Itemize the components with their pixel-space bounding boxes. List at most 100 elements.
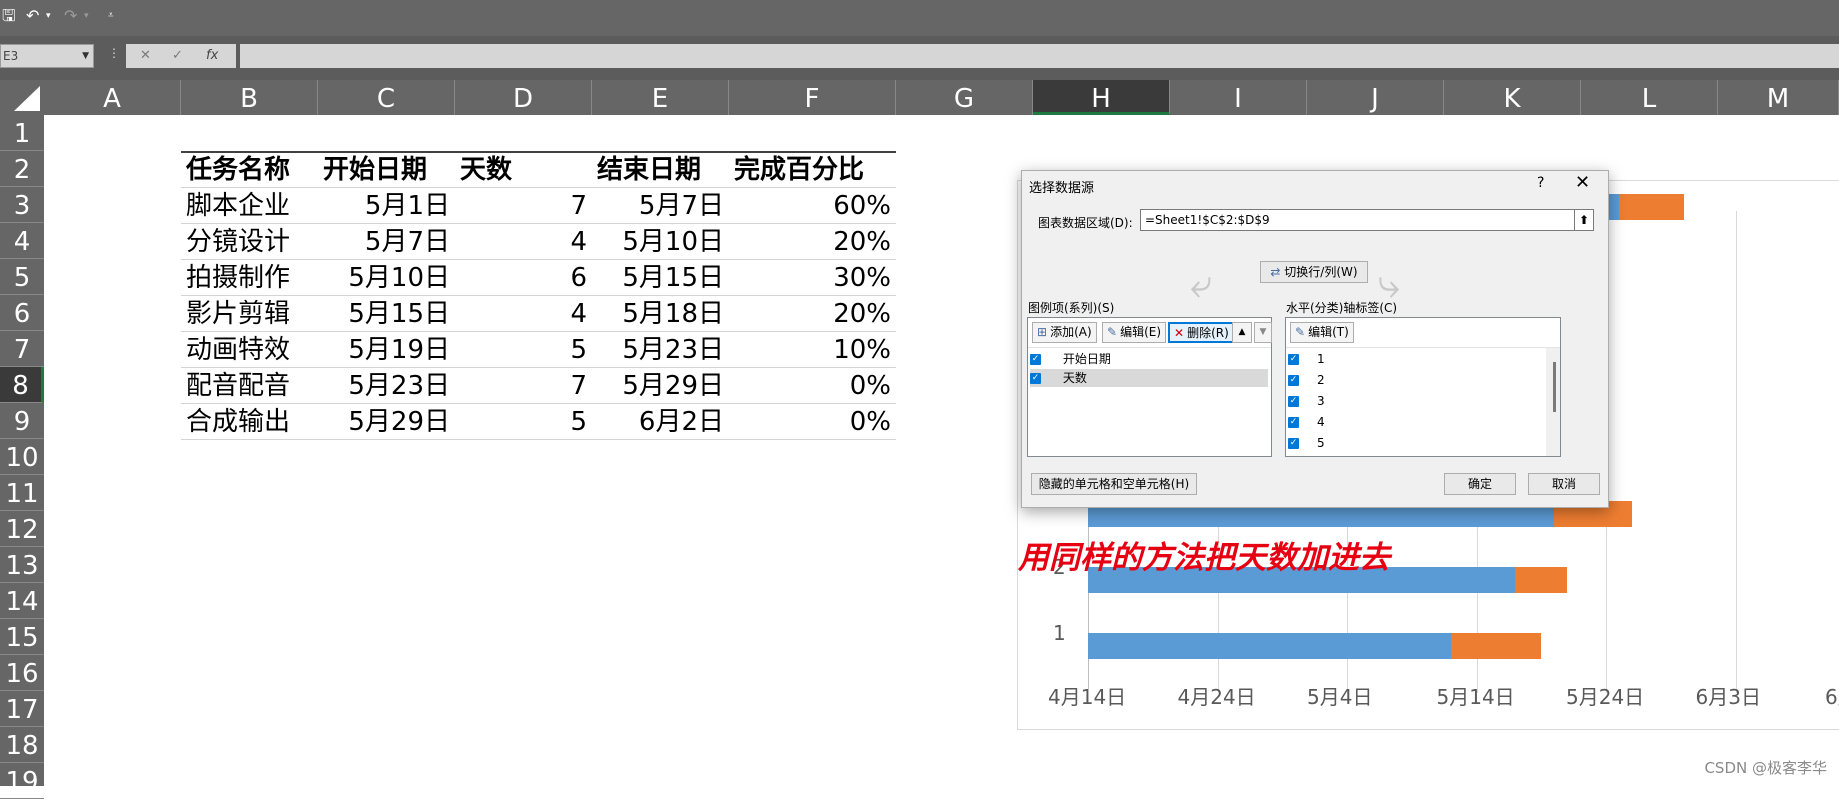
cell-start-date[interactable]: 5月15日 <box>318 295 450 331</box>
more-icon[interactable]: ⋮ <box>108 46 120 60</box>
cell-percent[interactable]: 0% <box>729 367 891 403</box>
cell-end-date[interactable]: 5月23日 <box>592 331 724 367</box>
column-header-k[interactable]: K <box>1444 80 1581 115</box>
collapse-dialog-icon[interactable]: ⬆ <box>1574 209 1594 231</box>
header-start-date[interactable]: 开始日期 <box>323 151 427 187</box>
formula-input[interactable] <box>240 44 1839 68</box>
column-header-b[interactable]: B <box>181 80 318 115</box>
cell-days[interactable]: 4 <box>455 295 587 331</box>
redo-icon[interactable]: ↷ <box>64 8 77 24</box>
column-header-a[interactable]: A <box>44 80 181 115</box>
cell-task-name[interactable]: 动画特效 <box>186 331 290 367</box>
switch-row-column-button[interactable]: ⇄ 切换行/列(W) <box>1260 261 1368 283</box>
column-header-f[interactable]: F <box>729 80 896 115</box>
row-header[interactable]: 7 <box>0 331 44 367</box>
cell-percent[interactable]: 0% <box>729 403 891 439</box>
cell-task-name[interactable]: 配音配音 <box>186 367 290 403</box>
scrollbar-thumb[interactable] <box>1553 362 1556 412</box>
cell-task-name[interactable]: 影片剪辑 <box>186 295 290 331</box>
name-box[interactable]: E3 ▼ <box>0 44 94 68</box>
row-header[interactable]: 19 <box>0 763 44 799</box>
row-header[interactable]: 11 <box>0 475 44 511</box>
column-header-l[interactable]: L <box>1581 80 1718 115</box>
row-header[interactable]: 18 <box>0 727 44 763</box>
chart-data-range-input[interactable]: =Sheet1!$C$2:$D$9 <box>1140 209 1580 231</box>
edit-axis-button[interactable]: ✎ 编辑(T) <box>1290 322 1354 343</box>
cell-days[interactable]: 7 <box>455 187 587 223</box>
customize-icon[interactable]: ⩡ <box>108 8 114 24</box>
header-percent-complete[interactable]: 完成百分比 <box>734 151 864 187</box>
column-header-g[interactable]: G <box>896 80 1033 115</box>
cell-days[interactable]: 5 <box>455 403 587 439</box>
axis-item[interactable]: ✓ 2 <box>1288 371 1325 389</box>
legend-item[interactable]: ✓ 开始日期 <box>1030 350 1268 368</box>
column-header-h[interactable]: H <box>1033 80 1170 115</box>
move-down-button[interactable]: ▼ <box>1254 322 1272 343</box>
checkbox-checked[interactable]: ✓ <box>1288 375 1299 386</box>
checkbox-checked[interactable]: ✓ <box>1288 417 1299 428</box>
save-icon[interactable]: 🖫 <box>2 8 16 24</box>
row-header-selected[interactable]: 8 <box>0 367 44 403</box>
row-header[interactable]: 9 <box>0 403 44 439</box>
checkbox-checked[interactable]: ✓ <box>1030 354 1041 365</box>
hidden-cells-button[interactable]: 隐藏的单元格和空单元格(H) <box>1031 473 1197 495</box>
cell-end-date[interactable]: 5月18日 <box>592 295 724 331</box>
row-header[interactable]: 3 <box>0 187 44 223</box>
cell-task-name[interactable]: 脚本企业 <box>186 187 290 223</box>
cell-percent[interactable]: 20% <box>729 295 891 331</box>
cancel-icon[interactable]: ✕ <box>140 48 151 63</box>
cell-task-name[interactable]: 分镜设计 <box>186 223 290 259</box>
header-days[interactable]: 天数 <box>460 151 512 187</box>
header-end-date[interactable]: 结束日期 <box>597 151 701 187</box>
cell-percent[interactable]: 10% <box>729 331 891 367</box>
row-header[interactable]: 6 <box>0 295 44 331</box>
cell-days[interactable]: 7 <box>455 367 587 403</box>
ok-button[interactable]: 确定 <box>1444 473 1516 495</box>
cell-start-date[interactable]: 5月10日 <box>318 259 450 295</box>
row-header[interactable]: 1 <box>0 115 44 151</box>
fx-icon[interactable]: fx <box>206 48 218 63</box>
cell-task-name[interactable]: 拍摄制作 <box>186 259 290 295</box>
row-header[interactable]: 13 <box>0 547 44 583</box>
undo-dropdown-icon[interactable]: ▾ <box>46 8 51 24</box>
column-header-i[interactable]: I <box>1170 80 1307 115</box>
help-icon[interactable]: ? <box>1537 175 1544 191</box>
cell-start-date[interactable]: 5月29日 <box>318 403 450 439</box>
undo-icon[interactable]: ↶ <box>26 8 39 24</box>
cell-end-date[interactable]: 5月29日 <box>592 367 724 403</box>
checkbox-checked[interactable]: ✓ <box>1030 373 1041 384</box>
chart-bar-days[interactable] <box>1618 194 1684 220</box>
chart-bar-days[interactable] <box>1515 567 1568 593</box>
cell-end-date[interactable]: 5月10日 <box>592 223 724 259</box>
cell-percent[interactable]: 30% <box>729 259 891 295</box>
cell-end-date[interactable]: 5月15日 <box>592 259 724 295</box>
chart-bar-days[interactable] <box>1450 633 1542 659</box>
row-header[interactable]: 14 <box>0 583 44 619</box>
cell-start-date[interactable]: 5月1日 <box>318 187 450 223</box>
column-header-d[interactable]: D <box>455 80 592 115</box>
axis-item[interactable]: ✓ 5 <box>1288 434 1325 452</box>
checkbox-checked[interactable]: ✓ <box>1288 438 1299 449</box>
row-header[interactable]: 17 <box>0 691 44 727</box>
cell-days[interactable]: 6 <box>455 259 587 295</box>
row-header[interactable]: 10 <box>0 439 44 475</box>
checkbox-checked[interactable]: ✓ <box>1288 396 1299 407</box>
row-header[interactable]: 12 <box>0 511 44 547</box>
cell-percent[interactable]: 60% <box>729 187 891 223</box>
cell-start-date[interactable]: 5月23日 <box>318 367 450 403</box>
cell-start-date[interactable]: 5月7日 <box>318 223 450 259</box>
close-icon[interactable]: ✕ <box>1575 172 1590 193</box>
row-header[interactable]: 2 <box>0 151 44 187</box>
cell-percent[interactable]: 20% <box>729 223 891 259</box>
legend-item-selected[interactable]: ✓ 天数 <box>1030 369 1268 387</box>
column-header-m[interactable]: M <box>1718 80 1839 115</box>
redo-dropdown-icon[interactable]: ▾ <box>84 8 89 24</box>
chart-bar-start[interactable] <box>1088 633 1451 659</box>
axis-item[interactable]: ✓ 4 <box>1288 413 1325 431</box>
axis-item[interactable]: ✓ 1 <box>1288 350 1325 368</box>
move-up-button[interactable]: ▲ <box>1232 322 1252 343</box>
cancel-button[interactable]: 取消 <box>1528 473 1600 495</box>
edit-series-button[interactable]: ✎ 编辑(E) <box>1102 322 1167 343</box>
column-header-c[interactable]: C <box>318 80 455 115</box>
confirm-icon[interactable]: ✓ <box>172 48 183 63</box>
